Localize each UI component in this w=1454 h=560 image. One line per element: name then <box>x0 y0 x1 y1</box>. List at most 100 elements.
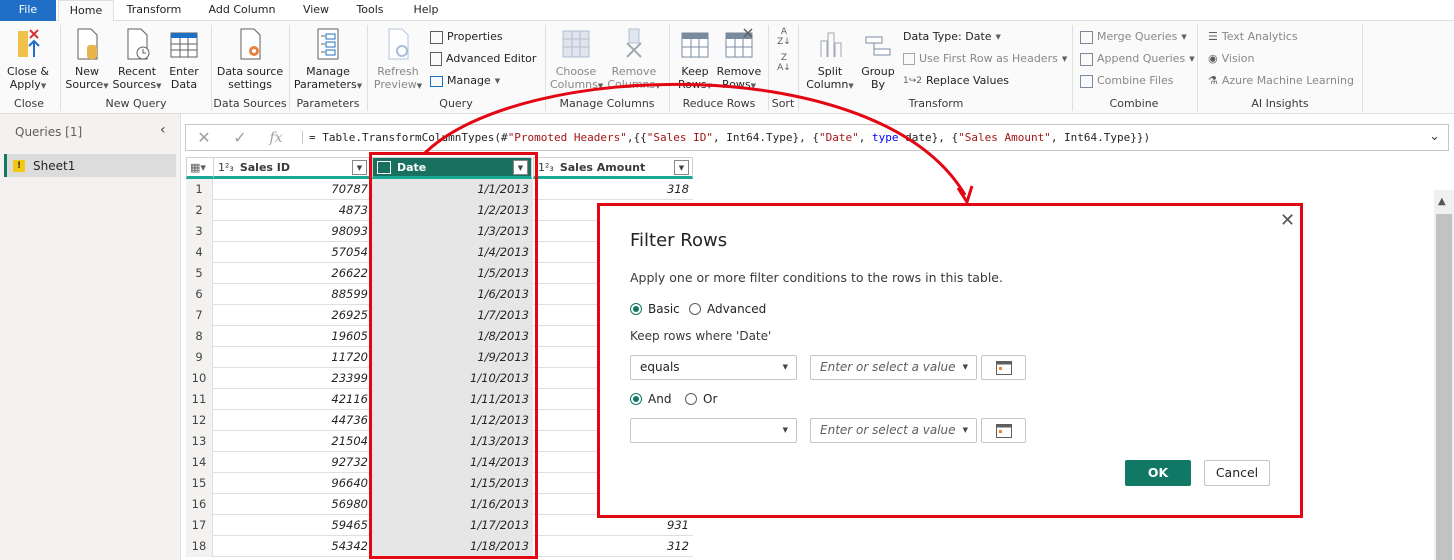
table-menu-button[interactable]: ▦▾ <box>186 157 214 179</box>
merge-queries-button[interactable]: Merge Queries ▼ <box>1080 28 1187 46</box>
azure-ml-button[interactable]: ⚗ Azure Machine Learning <box>1208 72 1354 90</box>
condition1-operator-select[interactable]: equals ▼ <box>630 355 797 380</box>
row-number: 17 <box>186 515 213 536</box>
row-number: 16 <box>186 494 213 515</box>
condition1-calendar-button[interactable] <box>981 355 1026 380</box>
vertical-scrollbar[interactable]: ▲ <box>1434 190 1454 560</box>
and-radio[interactable]: And <box>630 392 671 406</box>
data-type-dropdown[interactable]: Data Type: Date ▼ <box>903 28 1001 46</box>
tab-file[interactable]: File <box>0 0 56 21</box>
condition1-value-input[interactable]: Enter or select a value ▼ <box>810 355 977 380</box>
split-column-icon <box>820 32 842 57</box>
remove-rows-button[interactable]: Remove Rows▼ <box>716 27 762 93</box>
keep-rows-button[interactable]: Keep Rows▼ <box>674 27 716 93</box>
condition2-calendar-button[interactable] <box>981 418 1026 443</box>
advanced-editor-icon <box>430 52 442 66</box>
expand-formula-icon[interactable]: ⌄ <box>1429 129 1440 144</box>
query-item-sheet1[interactable]: ! Sheet1 <box>4 154 176 177</box>
combine-files-button[interactable]: Combine Files <box>1080 72 1174 90</box>
tab-add-column[interactable]: Add Column <box>200 0 284 21</box>
cancel-button[interactable]: Cancel <box>1204 460 1270 486</box>
scrollbar-thumb[interactable] <box>1436 214 1452 560</box>
sort-descending-button[interactable]: Z A↓ <box>774 53 794 73</box>
manage-button[interactable]: Manage ▼ <box>430 72 500 90</box>
ok-button[interactable]: OK <box>1125 460 1191 486</box>
data-source-settings-icon <box>240 28 261 60</box>
recent-sources-icon <box>127 28 150 60</box>
collapse-pane-icon[interactable]: ‹ <box>160 122 166 138</box>
number-type-icon: 1²₃ <box>218 160 234 174</box>
new-source-button[interactable]: New Source▼ <box>64 27 110 93</box>
cell-sales-id[interactable]: 42116 <box>213 389 372 410</box>
cell-sales-id[interactable]: 56980 <box>213 494 372 515</box>
scroll-up-icon[interactable]: ▲ <box>1438 196 1446 207</box>
vision-button[interactable]: ◉ Vision <box>1208 50 1254 68</box>
close-icon[interactable]: ✕ <box>1280 210 1295 231</box>
cell-sales-amount[interactable]: 931 <box>533 515 693 536</box>
cancel-formula-icon[interactable]: ✕ <box>186 128 222 147</box>
column-header-sales-id[interactable]: 1²₃ Sales ID ▼ <box>213 157 371 179</box>
or-radio[interactable]: Or <box>685 392 717 406</box>
split-column-button[interactable]: Split Column▼ <box>804 27 856 93</box>
cell-sales-id[interactable]: 88599 <box>213 284 372 305</box>
group-by-button[interactable]: Group By <box>858 27 898 91</box>
tab-view[interactable]: View <box>294 0 338 21</box>
sort-ascending-button[interactable]: A Z↓ <box>774 27 794 47</box>
fx-icon[interactable]: fx <box>258 130 294 146</box>
refresh-preview-button[interactable]: Refresh Preview▼ <box>372 27 424 93</box>
recent-sources-button[interactable]: Recent Sources▼ <box>112 27 162 93</box>
condition2-value-input[interactable]: Enter or select a value ▼ <box>810 418 977 443</box>
properties-button[interactable]: Properties <box>430 28 503 46</box>
filter-dropdown-icon[interactable]: ▼ <box>674 160 689 175</box>
replace-values-button[interactable]: 1↪2 Replace Values <box>903 72 1009 90</box>
cell-sales-amount[interactable]: 312 <box>533 536 693 557</box>
cell-sales-id[interactable]: 57054 <box>213 242 372 263</box>
append-queries-button[interactable]: Append Queries ▼ <box>1080 50 1195 68</box>
row-number: 11 <box>186 389 213 410</box>
cell-sales-id[interactable]: 98093 <box>213 221 372 242</box>
cell-sales-id[interactable]: 92732 <box>213 452 372 473</box>
formula-input[interactable]: = Table.TransformColumnTypes(#"Promoted … <box>302 131 1150 144</box>
sort-descending-icon: Z A↓ <box>777 53 791 73</box>
cell-sales-id[interactable]: 44736 <box>213 410 372 431</box>
group-label-close: Close <box>14 97 44 110</box>
row-number: 10 <box>186 368 213 389</box>
tab-home[interactable]: Home <box>58 0 114 22</box>
chevron-down-icon: ▼ <box>782 363 788 371</box>
cell-sales-id[interactable]: 11720 <box>213 347 372 368</box>
row-number: 7 <box>186 305 213 326</box>
cell-sales-id[interactable]: 23399 <box>213 368 372 389</box>
cell-sales-id[interactable]: 54342 <box>213 536 372 557</box>
cell-sales-id[interactable]: 26925 <box>213 305 372 326</box>
text-analytics-button[interactable]: ☰ Text Analytics <box>1208 28 1298 46</box>
cell-sales-id[interactable]: 21504 <box>213 431 372 452</box>
tab-help[interactable]: Help <box>404 0 448 21</box>
column-header-sales-amount[interactable]: 1²₃ Sales Amount ▼ <box>533 157 693 179</box>
remove-columns-icon <box>626 28 642 58</box>
cell-sales-id[interactable]: 4873 <box>213 200 372 221</box>
row-number: 1 <box>186 179 213 200</box>
close-apply-button[interactable]: Close & Apply▼ <box>4 27 52 93</box>
cell-sales-amount[interactable]: 318 <box>533 179 693 200</box>
condition2-operator-select[interactable]: ▼ <box>630 418 797 443</box>
advanced-radio[interactable]: Advanced <box>689 302 766 316</box>
cell-sales-id[interactable]: 70787 <box>213 179 372 200</box>
cell-sales-id[interactable]: 26622 <box>213 263 372 284</box>
basic-radio[interactable]: Basic <box>630 302 680 316</box>
commit-formula-icon[interactable]: ✓ <box>222 128 258 147</box>
cell-sales-id[interactable]: 59465 <box>213 515 372 536</box>
table-icon <box>170 32 198 58</box>
enter-data-button[interactable]: Enter Data <box>164 27 204 91</box>
group-label-ai-insights: AI Insights <box>1251 97 1309 110</box>
tab-tools[interactable]: Tools <box>348 0 392 21</box>
data-source-settings-button[interactable]: Data source settings <box>214 27 286 91</box>
cell-sales-id[interactable]: 19605 <box>213 326 372 347</box>
advanced-editor-button[interactable]: Advanced Editor <box>430 50 536 68</box>
choose-columns-button[interactable]: Choose Columns▼ <box>550 27 603 93</box>
cell-sales-id[interactable]: 96640 <box>213 473 372 494</box>
manage-parameters-button[interactable]: Manage Parameters▼ <box>292 27 364 93</box>
use-first-row-headers-button[interactable]: Use First Row as Headers ▼ <box>903 50 1067 68</box>
remove-columns-button[interactable]: Remove Columns▼ <box>606 27 662 93</box>
filter-dropdown-icon[interactable]: ▼ <box>352 160 367 175</box>
tab-transform[interactable]: Transform <box>118 0 190 21</box>
